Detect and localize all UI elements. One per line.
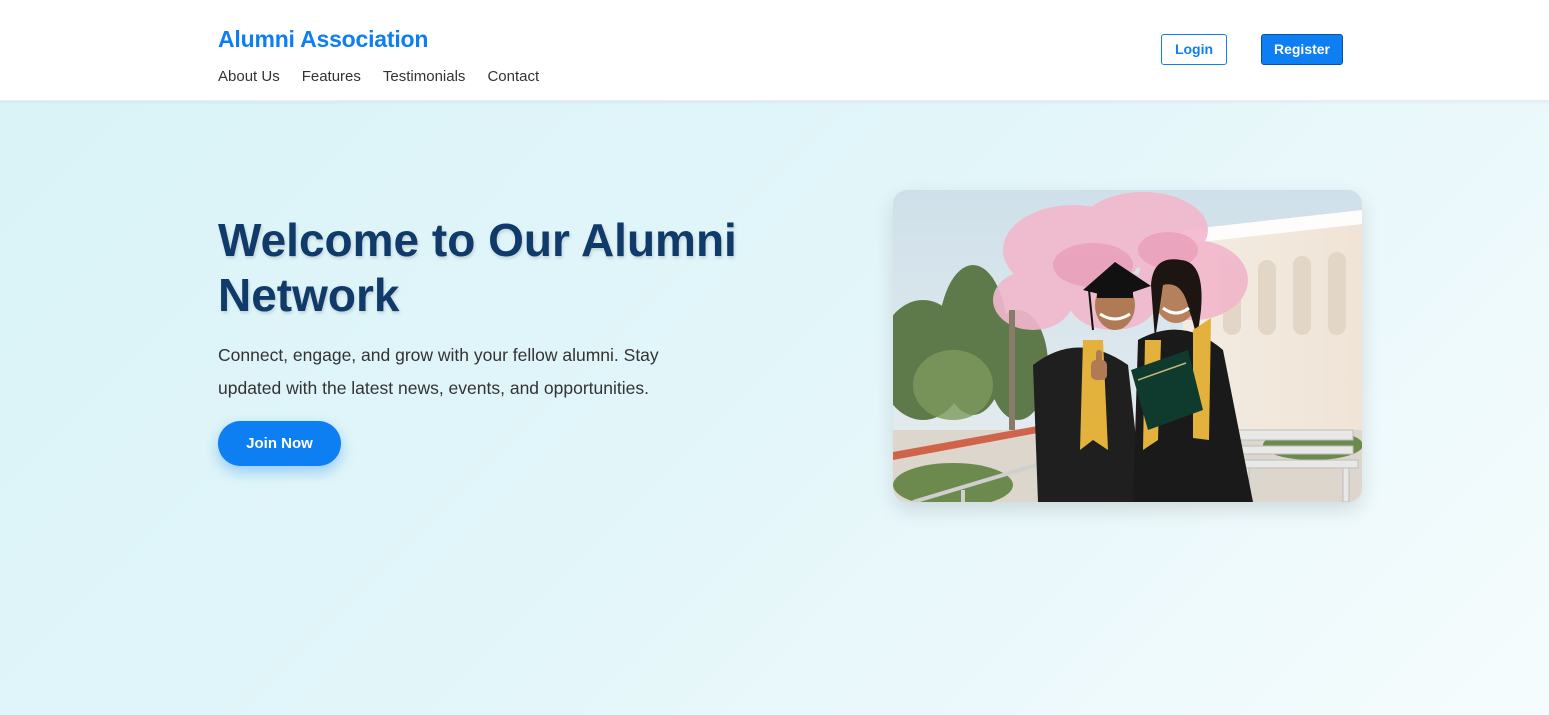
hero-graduates-image <box>893 190 1362 502</box>
nav-features[interactable]: Features <box>302 68 361 85</box>
nav-contact[interactable]: Contact <box>487 68 539 85</box>
nav-about-us[interactable]: About Us <box>218 68 280 85</box>
brand-logo-text[interactable]: Alumni Association <box>218 26 428 53</box>
hero-section: Welcome to Our Alumni Network Connect, e… <box>0 101 1549 715</box>
join-now-button[interactable]: Join Now <box>218 421 341 466</box>
login-button[interactable]: Login <box>1161 34 1227 65</box>
register-button[interactable]: Register <box>1261 34 1343 65</box>
site-header: Alumni Association About Us Features Tes… <box>0 0 1549 101</box>
hero-description: Connect, engage, and grow with your fell… <box>218 345 659 398</box>
main-nav: About Us Features Testimonials Contact <box>218 68 539 85</box>
hero-title: Welcome to Our Alumni Network <box>218 214 737 321</box>
nav-testimonials[interactable]: Testimonials <box>383 68 466 85</box>
